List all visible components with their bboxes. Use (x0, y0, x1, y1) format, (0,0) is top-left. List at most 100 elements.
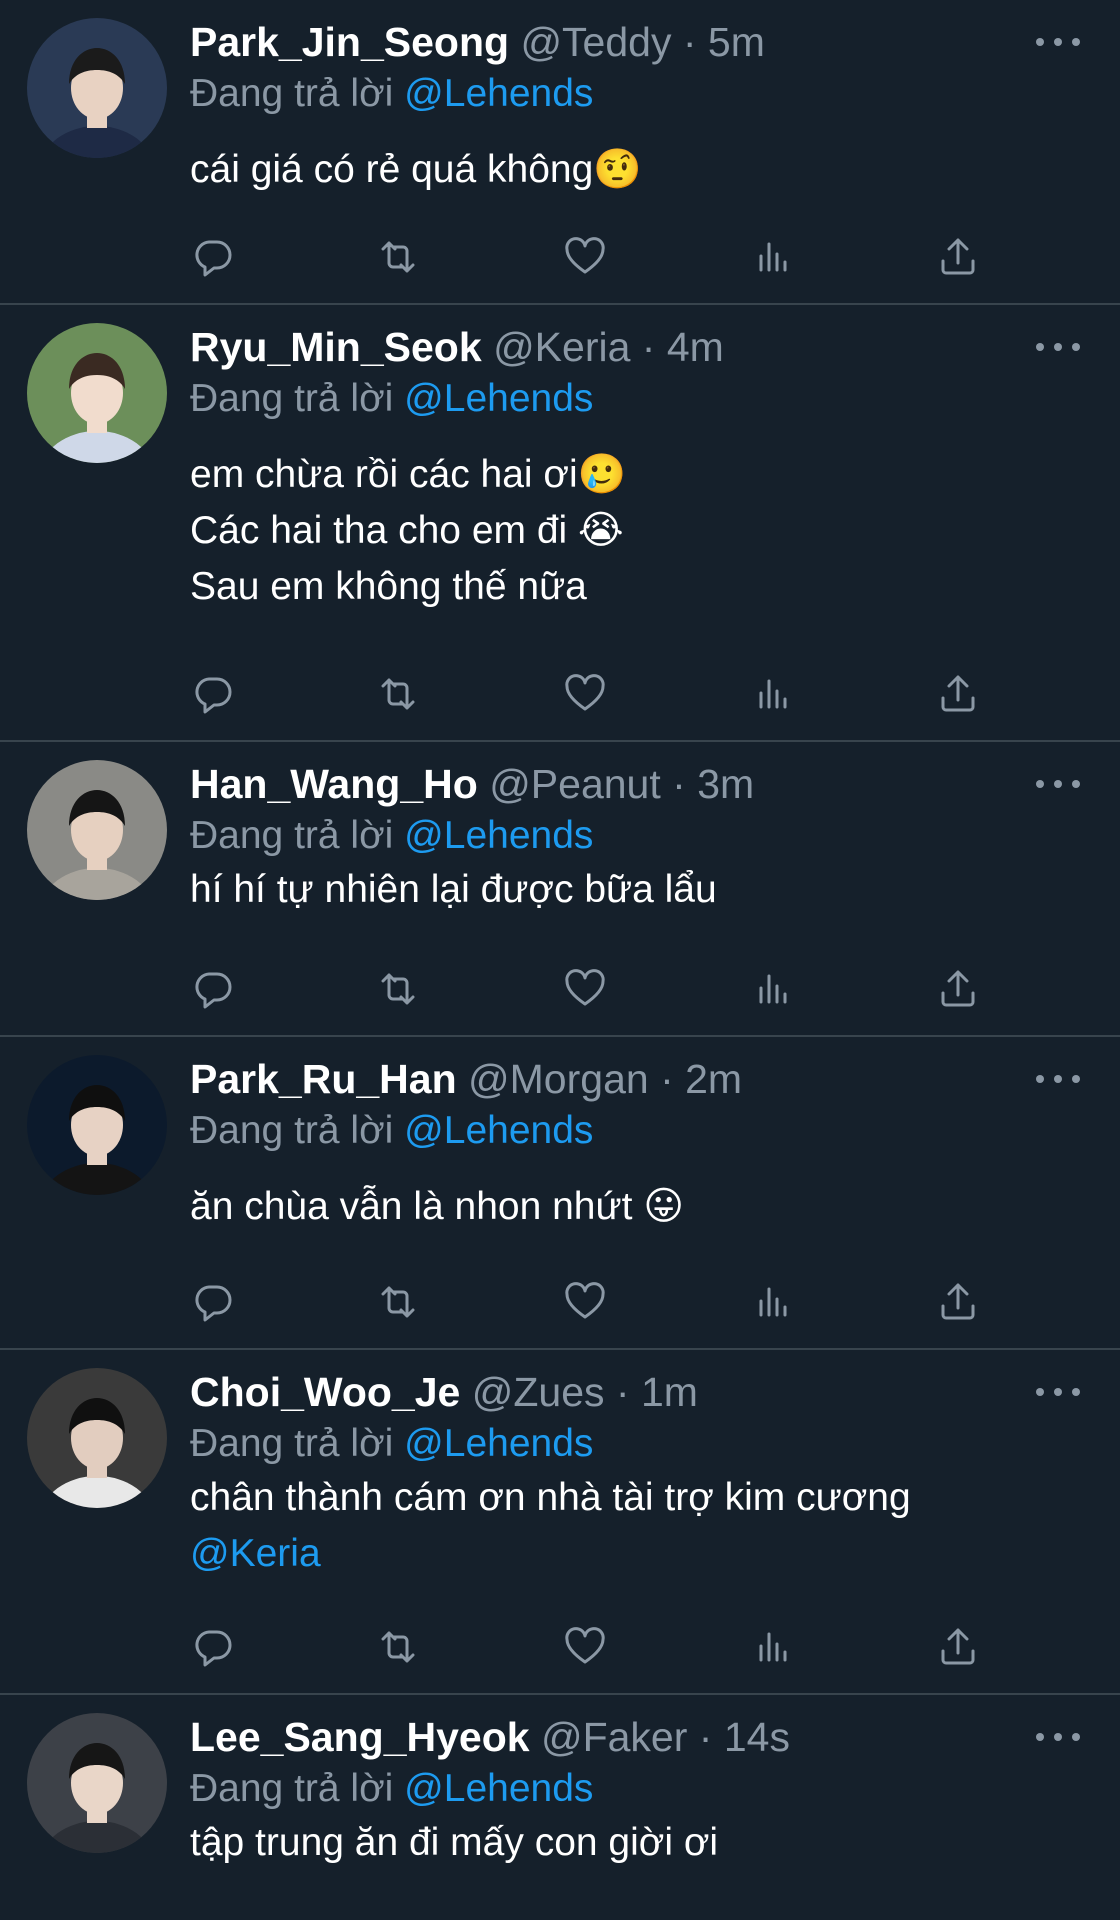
tweet-text-content: cái giá có rẻ quá không🤨 (190, 148, 642, 191)
reply-icon[interactable] (190, 234, 236, 280)
tweet-text: hí hí tự nhiên lại được bữa lẩu (190, 862, 1080, 918)
tweet-actions (190, 1624, 990, 1674)
analytics-icon[interactable] (749, 671, 795, 717)
tweet-actions (190, 1279, 990, 1329)
tweet-text: em chừa rồi các hai ơi🥲 Các hai tha cho … (190, 447, 1080, 615)
analytics-icon[interactable] (749, 1624, 795, 1670)
more-options-icon[interactable] (1036, 772, 1080, 796)
display-name[interactable]: Park_Jin_Seong (190, 19, 509, 65)
analytics-icon[interactable] (749, 1279, 795, 1325)
avatar[interactable] (27, 760, 167, 900)
tweet-content: Ryu_Min_Seok @Keria · 4m Đang trả lời @Le… (190, 321, 1080, 615)
separator-dot: · (671, 19, 708, 65)
tweet-mention[interactable]: @Keria (190, 1532, 321, 1575)
display-name[interactable]: Lee_Sang_Hyeok (190, 1714, 530, 1760)
tweet-text-content: tập trung ăn đi mấy con giời ơi (190, 1821, 719, 1864)
replying-to: Đang trả lời @Lehends (190, 810, 1080, 862)
reply-icon[interactable] (190, 1624, 236, 1670)
tweet-header: Park_Jin_Seong @Teddy · 5m (190, 16, 1080, 68)
replying-to: Đang trả lời @Lehends (190, 1763, 1080, 1815)
share-icon[interactable] (935, 1279, 981, 1325)
share-icon[interactable] (935, 234, 981, 280)
tweet-text: chân thành cám ơn nhà tài trợ kim cương @… (190, 1470, 1080, 1582)
tweet-text-content: em chừa rồi các hai ơi🥲 Các hai tha cho … (190, 453, 627, 608)
replying-to-label: Đang trả lời (190, 377, 394, 420)
tweet-content: Lee_Sang_Hyeok @Faker · 14s Đang trả lời … (190, 1711, 1080, 1871)
display-name[interactable]: Park_Ru_Han (190, 1056, 457, 1102)
replying-to-mention[interactable]: @Lehends (404, 72, 593, 115)
like-icon[interactable] (562, 966, 608, 1012)
separator-dot: · (687, 1714, 724, 1760)
avatar[interactable] (27, 323, 167, 463)
timestamp[interactable]: 4m (667, 324, 724, 370)
replying-to: Đang trả lời @Lehends (190, 373, 1080, 425)
replying-to-label: Đang trả lời (190, 72, 394, 115)
tweet-actions (190, 234, 990, 284)
more-options-icon[interactable] (1036, 1380, 1080, 1404)
share-icon[interactable] (935, 966, 981, 1012)
reply-icon[interactable] (190, 966, 236, 1012)
retweet-icon[interactable] (375, 1624, 421, 1670)
tweet-text-content: hí hí tự nhiên lại được bữa lẩu (190, 868, 717, 911)
retweet-icon[interactable] (375, 671, 421, 717)
tweet-header: Ryu_Min_Seok @Keria · 4m (190, 321, 1080, 373)
user-handle[interactable]: @Zues (472, 1369, 605, 1415)
retweet-icon[interactable] (375, 1279, 421, 1325)
tweet-header: Park_Ru_Han @Morgan · 2m (190, 1053, 1080, 1105)
share-icon[interactable] (935, 671, 981, 717)
tweet-content: Park_Ru_Han @Morgan · 2m Đang trả lời @Le… (190, 1053, 1080, 1235)
separator-dot: · (604, 1369, 641, 1415)
display-name[interactable]: Han_Wang_Ho (190, 761, 478, 807)
timestamp[interactable]: 14s (724, 1714, 790, 1760)
share-icon[interactable] (935, 1624, 981, 1670)
tweet-header: Lee_Sang_Hyeok @Faker · 14s (190, 1711, 1080, 1763)
avatar[interactable] (27, 1368, 167, 1508)
analytics-icon[interactable] (749, 966, 795, 1012)
user-handle[interactable]: @Keria (493, 324, 630, 370)
display-name[interactable]: Ryu_Min_Seok (190, 324, 482, 370)
replying-to-mention[interactable]: @Lehends (404, 377, 593, 420)
like-icon[interactable] (562, 234, 608, 280)
replying-to-label: Đang trả lời (190, 1767, 394, 1810)
separator-dot: · (630, 324, 667, 370)
tweet-header: Han_Wang_Ho @Peanut · 3m (190, 758, 1080, 810)
tweet-content: Choi_Woo_Je @Zues · 1m Đang trả lời @Lehe… (190, 1366, 1080, 1582)
user-handle[interactable]: @Morgan (468, 1056, 649, 1102)
more-options-icon[interactable] (1036, 1725, 1080, 1749)
tweet[interactable]: Lee_Sang_Hyeok @Faker · 14s Đang trả lời … (0, 1695, 1120, 1920)
display-name[interactable]: Choi_Woo_Je (190, 1369, 460, 1415)
like-icon[interactable] (562, 1279, 608, 1325)
replying-to-label: Đang trả lời (190, 1109, 394, 1152)
timestamp[interactable]: 2m (685, 1056, 742, 1102)
retweet-icon[interactable] (375, 234, 421, 280)
separator-dot: · (660, 761, 698, 807)
tweet-actions (190, 671, 990, 721)
reply-icon[interactable] (190, 1279, 236, 1325)
avatar[interactable] (27, 1713, 167, 1853)
analytics-icon[interactable] (749, 234, 795, 280)
replying-to-mention[interactable]: @Lehends (404, 814, 593, 857)
replying-to: Đang trả lời @Lehends (190, 68, 1080, 120)
replying-to-label: Đang trả lời (190, 1422, 394, 1465)
separator-dot: · (648, 1056, 686, 1102)
more-options-icon[interactable] (1036, 1067, 1080, 1091)
user-handle[interactable]: @Teddy (520, 19, 671, 65)
replying-to-mention[interactable]: @Lehends (404, 1767, 593, 1810)
timestamp[interactable]: 3m (697, 761, 754, 807)
timestamp[interactable]: 5m (708, 19, 765, 65)
like-icon[interactable] (562, 1624, 608, 1670)
tweet-text-content: chân thành cám ơn nhà tài trợ kim cương (190, 1476, 911, 1519)
avatar[interactable] (27, 18, 167, 158)
avatar[interactable] (27, 1055, 167, 1195)
like-icon[interactable] (562, 671, 608, 717)
more-options-icon[interactable] (1036, 335, 1080, 359)
reply-icon[interactable] (190, 671, 236, 717)
replying-to-mention[interactable]: @Lehends (404, 1422, 593, 1465)
timestamp[interactable]: 1m (641, 1369, 698, 1415)
tweet-actions (190, 966, 990, 1016)
replying-to-mention[interactable]: @Lehends (404, 1109, 593, 1152)
more-options-icon[interactable] (1036, 30, 1080, 54)
user-handle[interactable]: @Faker (541, 1714, 687, 1760)
retweet-icon[interactable] (375, 966, 421, 1012)
user-handle[interactable]: @Peanut (489, 761, 661, 807)
